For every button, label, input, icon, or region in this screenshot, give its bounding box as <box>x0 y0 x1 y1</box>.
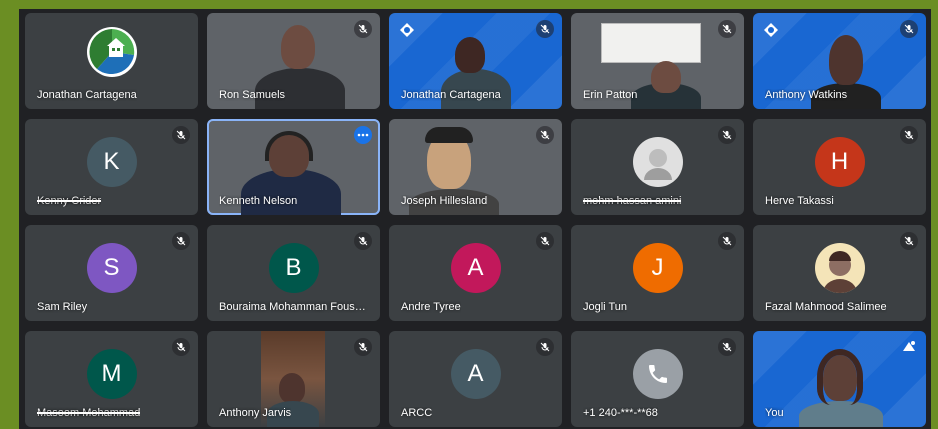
background-effects-icon[interactable] <box>900 338 918 356</box>
participant-name: Ron Samuels <box>219 89 286 101</box>
participant-tile[interactable]: M Masoom Mohammad <box>25 331 198 427</box>
participant-name: Sam Riley <box>37 301 88 313</box>
mic-off-icon <box>900 232 918 250</box>
participant-tile[interactable]: Jonathan Cartagena <box>389 13 562 109</box>
participant-name: Jonathan Cartagena <box>37 89 137 101</box>
mic-off-icon <box>536 126 554 144</box>
participant-name: Jogli Tun <box>583 301 628 313</box>
participant-face <box>829 35 863 85</box>
participant-tile[interactable]: +1 240-***-**68 <box>571 331 744 427</box>
participant-avatar: S <box>86 243 137 293</box>
participant-tile[interactable]: Erin Patton <box>571 13 744 109</box>
mic-off-icon <box>354 20 372 38</box>
participant-tile[interactable]: Anthony Jarvis <box>207 331 380 427</box>
mic-off-icon <box>900 126 918 144</box>
participant-tile-self[interactable]: You <box>753 331 926 427</box>
participant-face <box>281 25 315 69</box>
meeting-window: Jonathan Cartagena Ron Samuels Jonathan … <box>19 9 931 429</box>
participant-avatar: K <box>86 137 137 187</box>
mic-off-icon <box>718 126 736 144</box>
participant-tile[interactable]: Fazal Mahmood Salimee <box>753 225 926 321</box>
participant-name: Bouraima Mohamman Fousse... <box>219 301 369 313</box>
participant-tile[interactable]: A Andre Tyree <box>389 225 562 321</box>
participant-tile[interactable]: Anthony Watkins <box>753 13 926 109</box>
participant-name: Fazal Mahmood Salimee <box>765 301 887 313</box>
participant-name: Jonathan Cartagena <box>401 89 501 101</box>
participant-tile[interactable]: Jonathan Cartagena <box>25 13 198 109</box>
participant-name: You <box>765 407 784 419</box>
participant-grid: Jonathan Cartagena Ron Samuels Jonathan … <box>25 13 926 427</box>
mic-off-icon <box>718 20 736 38</box>
participant-tile[interactable]: J Jogli Tun <box>571 225 744 321</box>
whiteboard <box>601 23 701 63</box>
participant-name: Kenny Crider <box>37 195 102 207</box>
participant-photo <box>814 243 865 293</box>
participant-name: Anthony Jarvis <box>219 407 292 419</box>
mic-off-icon <box>354 338 372 356</box>
mic-off-icon <box>536 232 554 250</box>
hair <box>817 349 863 405</box>
mic-off-icon <box>354 232 372 250</box>
participant-tile[interactable]: Ron Samuels <box>207 13 380 109</box>
participant-avatar: B <box>268 243 319 293</box>
participant-face <box>279 373 305 403</box>
mic-off-icon <box>172 126 190 144</box>
participant-name: Masoom Mohammad <box>37 407 141 419</box>
participant-name: mohm hassan amini <box>583 195 682 207</box>
participant-name: Andre Tyree <box>401 301 461 313</box>
participant-face <box>651 61 681 93</box>
participant-name: Kenneth Nelson <box>219 195 298 207</box>
participant-avatar: H <box>814 137 865 187</box>
participant-face <box>455 37 485 73</box>
mic-off-icon <box>536 20 554 38</box>
participant-avatar: M <box>86 349 137 399</box>
participant-avatar: A <box>450 349 501 399</box>
headphones <box>265 131 313 161</box>
mic-off-icon <box>718 232 736 250</box>
participant-tile[interactable]: mohm hassan amini <box>571 119 744 215</box>
more-options-button[interactable] <box>354 126 372 144</box>
participant-tile[interactable]: A ARCC <box>389 331 562 427</box>
participant-name: Anthony Watkins <box>765 89 848 101</box>
phone-icon <box>648 365 667 383</box>
organization-logo <box>86 27 137 77</box>
more-horiz-icon <box>357 133 369 137</box>
participant-tile[interactable]: Joseph Hillesland <box>389 119 562 215</box>
participant-photo <box>632 137 683 187</box>
participant-tile[interactable]: B Bouraima Mohamman Fousse... <box>207 225 380 321</box>
participant-tile[interactable]: K Kenny Crider <box>25 119 198 215</box>
participant-name: Erin Patton <box>583 89 638 101</box>
participant-name: Joseph Hillesland <box>401 195 488 207</box>
participant-tile[interactable]: S Sam Riley <box>25 225 198 321</box>
mic-off-icon <box>172 338 190 356</box>
participant-avatar: A <box>450 243 501 293</box>
mic-off-icon <box>536 338 554 356</box>
participant-tile[interactable]: H Herve Takassi <box>753 119 926 215</box>
participant-tile[interactable]: Kenneth Nelson <box>207 119 380 215</box>
logo-icon <box>764 23 778 37</box>
participant-name: +1 240-***-**68 <box>583 407 658 419</box>
participant-avatar: J <box>632 243 683 293</box>
participant-name: ARCC <box>401 407 433 419</box>
cap <box>425 127 473 143</box>
mic-off-icon <box>900 20 918 38</box>
mic-off-icon <box>172 232 190 250</box>
logo-icon <box>400 23 414 37</box>
mic-off-icon <box>718 338 736 356</box>
participant-name: Herve Takassi <box>765 195 834 207</box>
participant-avatar <box>632 349 683 399</box>
